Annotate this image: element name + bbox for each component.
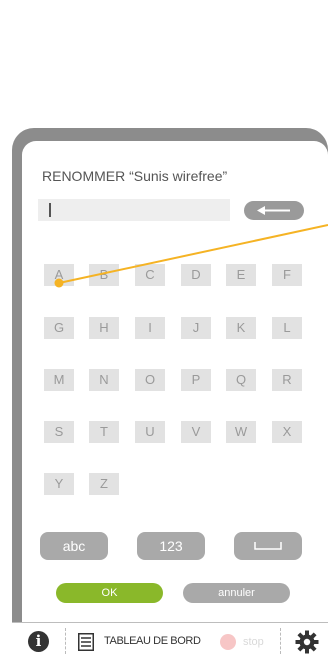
backspace-button[interactable] xyxy=(244,201,304,220)
key-i[interactable]: I xyxy=(135,317,165,339)
space-icon xyxy=(254,542,282,550)
dashboard-link[interactable]: TABLEAU DE BORD xyxy=(104,635,201,647)
key-e[interactable]: E xyxy=(226,264,256,286)
key-u[interactable]: U xyxy=(135,421,165,443)
gear-icon[interactable] xyxy=(295,630,319,654)
key-j[interactable]: J xyxy=(181,317,211,339)
key-v[interactable]: V xyxy=(181,421,211,443)
ok-button[interactable]: OK xyxy=(56,583,163,603)
key-p[interactable]: P xyxy=(181,369,211,391)
space-button[interactable] xyxy=(234,532,302,560)
arrow-left-icon xyxy=(257,206,290,215)
key-y[interactable]: Y xyxy=(44,473,74,495)
number-mode-button[interactable]: 123 xyxy=(137,532,205,560)
name-input[interactable] xyxy=(38,199,230,221)
key-x[interactable]: X xyxy=(272,421,302,443)
info-icon[interactable]: i xyxy=(28,631,49,652)
text-caret xyxy=(49,203,51,217)
key-s[interactable]: S xyxy=(44,421,74,443)
stop-label[interactable]: stop xyxy=(243,636,264,648)
key-l[interactable]: L xyxy=(272,317,302,339)
stop-icon[interactable] xyxy=(220,634,236,650)
key-n[interactable]: N xyxy=(89,369,119,391)
key-r[interactable]: R xyxy=(272,369,302,391)
key-q[interactable]: Q xyxy=(226,369,256,391)
key-a[interactable]: A xyxy=(44,264,74,286)
cancel-button[interactable]: annuler xyxy=(183,583,290,603)
key-k[interactable]: K xyxy=(226,317,256,339)
divider xyxy=(65,628,66,654)
key-t[interactable]: T xyxy=(89,421,119,443)
key-z[interactable]: Z xyxy=(89,473,119,495)
dashboard-icon[interactable] xyxy=(78,633,94,651)
key-b[interactable]: B xyxy=(89,264,119,286)
key-o[interactable]: O xyxy=(135,369,165,391)
key-c[interactable]: C xyxy=(135,264,165,286)
abc-mode-button[interactable]: abc xyxy=(40,532,108,560)
divider xyxy=(280,628,281,654)
key-d[interactable]: D xyxy=(181,264,211,286)
key-h[interactable]: H xyxy=(89,317,119,339)
key-f[interactable]: F xyxy=(272,264,302,286)
key-w[interactable]: W xyxy=(226,421,256,443)
dialog-title: RENOMMER “Sunis wirefree” xyxy=(42,168,228,184)
key-g[interactable]: G xyxy=(44,317,74,339)
key-m[interactable]: M xyxy=(44,369,74,391)
